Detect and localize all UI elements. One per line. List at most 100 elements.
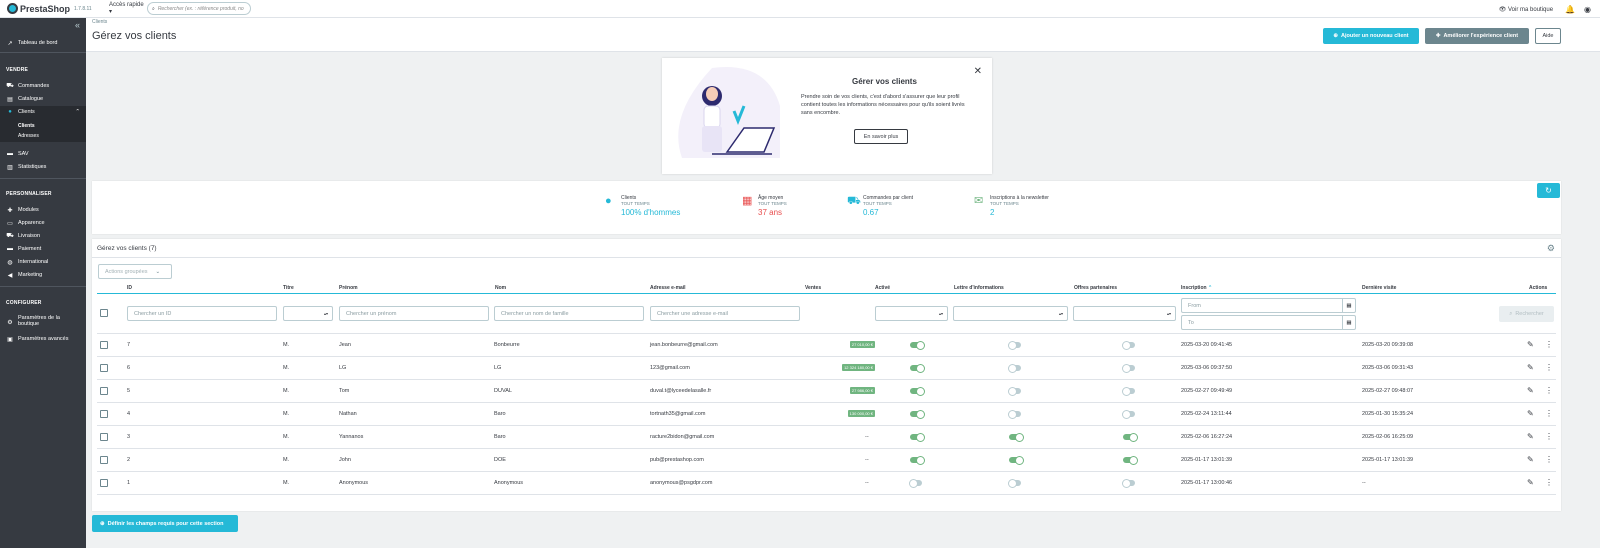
sidebar-item-modules[interactable]: ✚ Modules [0,205,86,215]
kpi-newsletter[interactable]: ✉ Inscriptions à la newsletter TOUT TEMPS… [974,195,1049,217]
prestashop-logo[interactable]: PrestaShop 1.7.8.11 [7,3,105,14]
filter-lastname-input[interactable]: Chercher un nom de famille [494,306,644,321]
filter-registration-from[interactable]: From ▦ [1181,298,1356,313]
row-checkbox[interactable] [100,341,108,349]
sidebar-item-shop-params[interactable]: ⚙ Paramètres de la boutique [0,315,86,331]
refresh-kpi-button[interactable]: ↻ [1537,183,1560,198]
filter-newsletter-select[interactable] [953,306,1068,321]
column-header-active[interactable]: Activé [875,285,890,291]
filter-partners-select[interactable] [1073,306,1176,321]
toggle-partners[interactable] [1122,410,1135,419]
more-vert-icon[interactable]: ⋮ [1545,363,1553,372]
more-vert-icon[interactable]: ⋮ [1545,409,1553,418]
toggle-newsletter[interactable] [1008,341,1021,350]
collapse-sidebar-icon[interactable]: « [75,20,80,30]
gear-icon[interactable]: ⚙ [1547,243,1555,254]
kpi-customers[interactable]: ● Clients TOUT TEMPS 100% d'hommes [605,195,680,217]
toggle-active[interactable] [910,410,925,419]
sidebar-item-catalog[interactable]: ▤ Catalogue [0,94,86,104]
edit-icon[interactable]: ✎ [1527,386,1534,395]
bulk-actions-dropdown[interactable]: Actions groupées ⌄ [98,264,172,279]
toggle-active[interactable] [910,433,925,442]
column-header-firstname[interactable]: Prénom [339,285,358,291]
close-icon[interactable]: ✕ [974,66,982,77]
filter-firstname-input[interactable]: Chercher un prénom [339,306,489,321]
column-header-last-visit[interactable]: Dernière visite [1362,285,1396,291]
toggle-newsletter[interactable] [1008,410,1021,419]
more-vert-icon[interactable]: ⋮ [1545,340,1553,349]
sidebar-item-payment[interactable]: ▬ Paiement [0,244,86,254]
table-row[interactable]: 4 M. Nathan Baro tortnath35@gmail.com 2025-02… [97,403,1556,426]
add-customer-button[interactable]: ⊕ Ajouter un nouveau client [1323,28,1419,44]
column-header-partners[interactable]: Offres partenaires [1074,285,1117,291]
filter-registration-to[interactable]: To ▦ [1181,315,1356,330]
table-row[interactable]: 1 M. Anonymous Anonymous anonymous@psgdpr.co… [97,472,1556,495]
table-row[interactable]: 3 M. Yannanos Baro racture2bidon@gmail.com 20… [97,426,1556,449]
row-checkbox[interactable] [100,364,108,372]
edit-icon[interactable]: ✎ [1527,478,1534,487]
user-account-icon[interactable]: ◉ [1584,5,1591,14]
improve-experience-button[interactable]: ✚ Améliorer l'expérience client [1425,28,1529,44]
toggle-newsletter[interactable] [1008,479,1021,488]
edit-icon[interactable]: ✎ [1527,409,1534,418]
edit-icon[interactable]: ✎ [1527,455,1534,464]
kpi-average-age[interactable]: ▦ Âge moyen TOUT TEMPS 37 ans [742,195,787,217]
learn-more-button[interactable]: En savoir plus [854,129,908,144]
column-header-lastname[interactable]: Nom [495,285,506,291]
search-input[interactable]: ⌕ Rechercher (ex. : référence produit, n… [147,2,251,15]
sidebar-item-customers[interactable]: ● Clients ⌃ [0,106,86,118]
sidebar-item-stats[interactable]: ▥ Statistiques [0,162,86,172]
select-all-checkbox[interactable] [100,309,108,317]
toggle-active[interactable] [910,387,925,396]
calendar-icon[interactable]: ▦ [1342,299,1355,312]
sidebar-item-shipping[interactable]: ⛟ Livraison [0,231,86,241]
sidebar-item-appearance[interactable]: ▭ Apparence [0,218,86,228]
toggle-partners[interactable] [1122,364,1135,373]
table-row[interactable]: 6 M. LG LG 123@gmail.com 2025-03-06 09:37:50 2… [97,357,1556,380]
toggle-newsletter[interactable] [1009,433,1024,442]
toggle-newsletter[interactable] [1008,364,1021,373]
toggle-partners[interactable] [1123,456,1138,465]
more-vert-icon[interactable]: ⋮ [1545,455,1553,464]
column-header-email[interactable]: Adresse e-mail [650,285,686,291]
toggle-active[interactable] [910,364,925,373]
filter-email-input[interactable]: Chercher une adresse e-mail [650,306,800,321]
toggle-partners[interactable] [1122,387,1135,396]
column-header-registration[interactable]: Inscription ⌃ [1181,285,1212,291]
sidebar-item-orders[interactable]: ⛟ Commandes [0,81,86,91]
table-row[interactable]: 2 M. John DOE pub@prestashop.com 2025-01-17 1… [97,449,1556,472]
sidebar-item-advanced-params[interactable]: ▣ Paramètres avancés [0,334,86,344]
column-header-id[interactable]: ID [127,285,132,291]
filter-id-input[interactable]: Chercher un ID [127,306,277,321]
required-fields-button[interactable]: ⊕ Définir les champs requis pour cette se… [92,515,238,532]
row-checkbox[interactable] [100,387,108,395]
filter-title-select[interactable] [283,306,333,321]
edit-icon[interactable]: ✎ [1527,363,1534,372]
toggle-active[interactable] [909,479,922,488]
toggle-newsletter[interactable] [1008,387,1021,396]
breadcrumb[interactable]: Clients [92,19,107,25]
kpi-orders-per-customer[interactable]: ⛟ Commandes par client TOUT TEMPS 0.67 [847,195,913,217]
toggle-active[interactable] [910,341,925,350]
more-vert-icon[interactable]: ⋮ [1545,386,1553,395]
help-button[interactable]: Aide [1535,28,1561,44]
row-checkbox[interactable] [100,410,108,418]
calendar-icon[interactable]: ▦ [1342,316,1355,329]
row-checkbox[interactable] [100,479,108,487]
sidebar-item-international[interactable]: ◍ International [0,257,86,267]
toggle-partners[interactable] [1123,433,1138,442]
toggle-newsletter[interactable] [1009,456,1024,465]
table-row[interactable]: 5 M. Tom DUVAL duval.t@lyceedelasalle.fr 2025… [97,380,1556,403]
column-header-newsletter[interactable]: Lettre d'informations [954,285,1004,291]
more-vert-icon[interactable]: ⋮ [1545,432,1553,441]
edit-icon[interactable]: ✎ [1527,432,1534,441]
bell-icon[interactable]: 🔔 [1565,5,1575,14]
toggle-active[interactable] [910,456,925,465]
toggle-partners[interactable] [1122,479,1135,488]
sidebar-subitem-customers[interactable]: Clients [18,123,35,129]
sidebar-item-marketing[interactable]: ◀ Marketing [0,270,86,280]
column-header-sales[interactable]: Ventes [805,285,821,291]
view-shop-link[interactable]: 👁 Voir ma boutique [1499,6,1553,13]
toggle-partners[interactable] [1122,341,1135,350]
quick-access-dropdown[interactable]: Accès rapide ▾ [109,2,145,15]
